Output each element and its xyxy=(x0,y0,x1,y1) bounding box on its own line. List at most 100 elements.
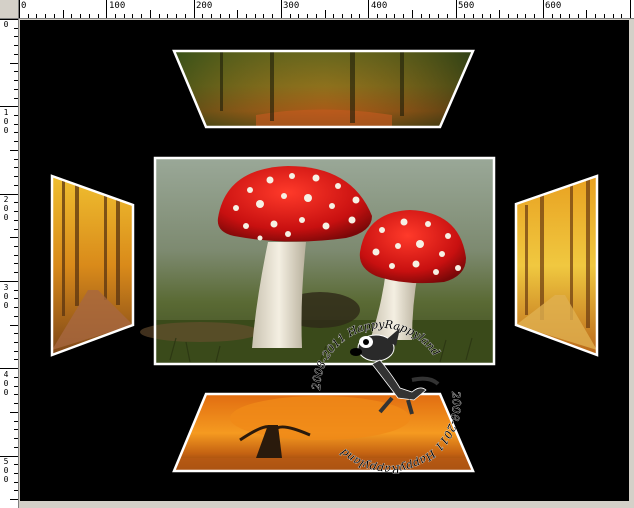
ruler-tick xyxy=(106,0,107,18)
ruler-tick xyxy=(429,14,430,18)
ruler-tick xyxy=(14,115,18,116)
ruler-label-v500: 500 xyxy=(3,457,9,484)
ruler-tick xyxy=(10,63,18,64)
ruler-tick xyxy=(263,14,264,18)
ruler-tick xyxy=(115,14,116,18)
ruler-tick xyxy=(490,14,491,18)
ruler-tick xyxy=(14,220,18,221)
ruler-label-100: 100 xyxy=(109,1,126,11)
ruler-tick xyxy=(255,14,256,18)
ruler-tick xyxy=(141,14,142,18)
ruler-tick xyxy=(14,176,18,177)
ruler-tick xyxy=(10,412,18,413)
ruler-tick xyxy=(14,464,18,465)
ruler-tick xyxy=(456,0,457,18)
ruler-tick xyxy=(10,150,18,151)
ruler-tick xyxy=(14,89,18,90)
ruler-corner xyxy=(0,0,19,19)
ruler-tick xyxy=(14,255,18,256)
ruler-tick xyxy=(167,14,168,18)
ruler-tick xyxy=(534,14,535,18)
ruler-tick xyxy=(10,499,18,500)
ruler-tick xyxy=(185,14,186,18)
ruler-tick xyxy=(28,14,29,18)
vertical-ruler[interactable]: 0 100 200 300 400 500 xyxy=(0,19,19,508)
ruler-tick xyxy=(14,394,18,395)
ruler-tick xyxy=(508,14,509,18)
ruler-tick xyxy=(359,14,360,18)
ruler-tick xyxy=(14,71,18,72)
ruler-tick xyxy=(176,14,177,18)
ruler-tick xyxy=(14,124,18,125)
ruler-tick xyxy=(298,14,299,18)
ruler-label-200: 200 xyxy=(196,1,213,11)
ruler-tick xyxy=(14,246,18,247)
ruler-tick xyxy=(14,202,18,203)
ruler-tick xyxy=(14,421,18,422)
ruler-tick xyxy=(14,403,18,404)
ruler-tick xyxy=(19,0,20,18)
ruler-tick xyxy=(543,0,544,18)
ruler-tick xyxy=(124,14,125,18)
ruler-tick xyxy=(98,14,99,18)
horizontal-ruler[interactable]: 0 100 200 300 400 500 600 xyxy=(19,0,634,19)
composition-svg: 2008-2011 HappyRappyland 2008-2011 Happy… xyxy=(50,49,599,476)
ruler-tick xyxy=(159,14,160,18)
ruler-tick xyxy=(604,14,605,18)
image-canvas[interactable]: 2008-2011 HappyRappyland 2008-2011 Happy… xyxy=(20,20,629,501)
ruler-tick xyxy=(63,10,64,18)
ruler-tick xyxy=(517,14,518,18)
ruler-tick xyxy=(0,281,18,282)
ruler-tick xyxy=(14,98,18,99)
ruler-tick xyxy=(14,132,18,133)
ruler-label-0: 0 xyxy=(21,1,27,11)
ruler-tick xyxy=(0,194,18,195)
ruler-tick xyxy=(552,14,553,18)
ruler-tick xyxy=(246,14,247,18)
ruler-tick xyxy=(0,106,18,107)
ruler-tick xyxy=(14,359,18,360)
ruler-tick xyxy=(14,263,18,264)
ruler-tick xyxy=(14,377,18,378)
ruler-tick xyxy=(14,447,18,448)
ruler-tick xyxy=(333,14,334,18)
ruler-tick xyxy=(36,14,37,18)
ruler-tick xyxy=(595,14,596,18)
ruler-tick xyxy=(14,490,18,491)
ruler-label-v400: 400 xyxy=(3,370,9,397)
ruler-label-v300: 300 xyxy=(3,283,9,310)
right-forest-path-panel xyxy=(516,176,597,355)
ruler-tick xyxy=(578,14,579,18)
ruler-tick xyxy=(14,229,18,230)
center-mushroom-photo xyxy=(140,158,494,364)
ruler-tick xyxy=(14,298,18,299)
ruler-label-v200: 200 xyxy=(3,195,9,222)
ruler-tick xyxy=(71,14,72,18)
ruler-tick xyxy=(80,14,81,18)
ruler-tick xyxy=(14,429,18,430)
top-forest-panel xyxy=(174,51,473,127)
ruler-tick xyxy=(14,167,18,168)
ruler-tick xyxy=(14,141,18,142)
ruler-tick xyxy=(613,14,614,18)
ruler-label-500: 500 xyxy=(458,1,475,11)
ruler-tick xyxy=(10,325,18,326)
ruler-tick xyxy=(14,159,18,160)
ruler-tick xyxy=(10,237,18,238)
ruler-tick xyxy=(14,342,18,343)
ruler-tick xyxy=(14,36,18,37)
ruler-tick xyxy=(14,28,18,29)
ruler-tick xyxy=(621,14,622,18)
ruler-tick xyxy=(325,10,326,18)
ruler-tick xyxy=(14,45,18,46)
ruler-label-400: 400 xyxy=(371,1,388,11)
ruler-tick xyxy=(194,0,195,18)
ruler-tick xyxy=(351,14,352,18)
ruler-tick xyxy=(0,19,18,20)
ruler-tick xyxy=(386,14,387,18)
ruler-tick xyxy=(229,14,230,18)
ruler-tick xyxy=(438,14,439,18)
ruler-tick xyxy=(473,14,474,18)
ruler-tick xyxy=(14,438,18,439)
ruler-tick xyxy=(290,14,291,18)
